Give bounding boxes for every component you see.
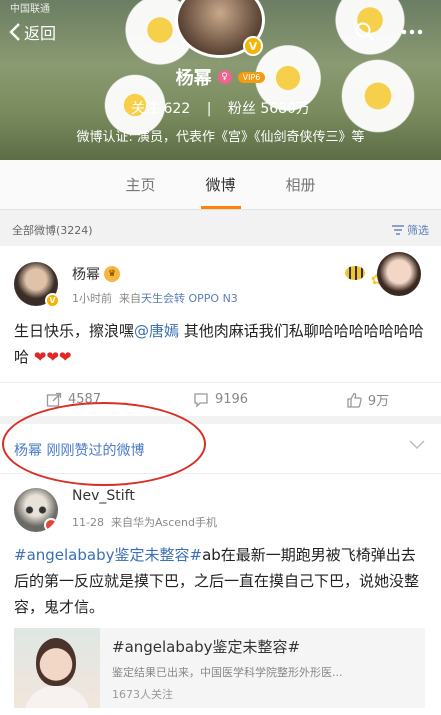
all-posts-label[interactable]: 全部微博(3224) xyxy=(12,222,93,238)
like-button[interactable]: 9万 xyxy=(294,383,441,416)
avatar[interactable] xyxy=(14,488,58,532)
verification-text: 微博认证: 演员，代表作《宫》《仙剑奇侠传三》等 xyxy=(76,130,365,145)
crown-icon: ♛ xyxy=(104,266,120,282)
topic-card-title: #angelababy鉴定未整容# xyxy=(112,638,301,656)
more-icon[interactable] xyxy=(401,22,423,42)
topic-card[interactable]: #angelababy鉴定未整容# 鉴定结果已出来，中国医学科学院整形外形医..… xyxy=(14,628,425,708)
bee-icon xyxy=(345,266,365,280)
filter-bar: 全部微博(3224) 筛选 xyxy=(0,216,441,244)
heart-icon: ❤❤❤ xyxy=(33,348,72,366)
tab-weibo[interactable]: 微博 xyxy=(181,160,261,209)
profile-stats: 关注 622 | 粉丝 5680万 xyxy=(131,101,310,117)
post-text: #angelababy鉴定未整容#ab在最新一期跑男被飞椅弹出去后的第一反应就是… xyxy=(14,546,420,616)
comment-icon xyxy=(194,392,208,408)
female-icon: ♀ xyxy=(217,70,232,84)
post-author[interactable]: 杨幂 xyxy=(72,264,100,284)
topic-thumbnail xyxy=(14,628,100,708)
post-text: 生日快乐，擦浪嘿@唐嫣 其他肉麻话我们私聊哈哈哈哈哈哈哈哈 ❤❤❤ xyxy=(14,322,424,366)
chevron-left-icon xyxy=(9,23,20,41)
filter-icon xyxy=(392,225,404,235)
post-meta: 1小时前 来自天生会转 OPPO N3 xyxy=(72,292,238,305)
topic-link[interactable]: #angelababy鉴定未整容# xyxy=(14,546,202,564)
search-icon[interactable] xyxy=(355,22,375,42)
mention-link[interactable]: @唐嫣 xyxy=(134,322,179,340)
post-actions: 4587 9196 9万 xyxy=(0,382,441,416)
filter-button[interactable]: 筛选 xyxy=(392,222,429,238)
back-button[interactable]: 返回 xyxy=(8,20,56,44)
back-label: 返回 xyxy=(24,24,57,43)
verified-badge: V xyxy=(243,36,263,56)
vip-badge[interactable]: VIP6 xyxy=(237,71,266,83)
post-card[interactable]: Nev_Stift 11-28 来自华为Ascend手机 #angelababy… xyxy=(0,474,441,715)
sticker-face xyxy=(377,252,421,296)
avatar[interactable]: V xyxy=(14,262,60,308)
follow-stat[interactable]: 关注 622 xyxy=(131,101,190,117)
profile-tabs: 主页 微博 相册 xyxy=(0,160,441,210)
liked-posts-header[interactable]: 杨幂 刚刚赞过的微博 xyxy=(0,424,441,474)
repost-icon xyxy=(46,392,62,407)
carrier-text: 中国联通 xyxy=(10,4,50,15)
post-meta: 11-28 来自华为Ascend手机 xyxy=(72,516,217,529)
tab-home[interactable]: 主页 xyxy=(101,160,181,209)
chevron-down-icon[interactable] xyxy=(409,440,425,450)
post-author[interactable]: Nev_Stift xyxy=(72,488,135,504)
liked-posts-title: 杨幂 刚刚赞过的微博 xyxy=(14,443,145,459)
post-source[interactable]: 天生会转 OPPO N3 xyxy=(141,292,238,305)
topic-card-description: 鉴定结果已出来，中国医学科学院整形外形医... xyxy=(112,666,343,679)
profile-name: 杨幂 xyxy=(175,68,212,89)
thumbs-up-icon xyxy=(347,392,362,408)
card-sticker: ✿ xyxy=(335,252,427,298)
profile-page: 中国联通 返回 V 杨幂 ♀ VIP6 关注 622 | 粉丝 5680万 微博… xyxy=(0,0,441,715)
topic-card-followers: 1673人关注 xyxy=(112,688,173,701)
tab-album[interactable]: 相册 xyxy=(261,160,341,209)
profile-header: 中国联通 返回 V 杨幂 ♀ VIP6 关注 622 | 粉丝 5680万 微博… xyxy=(0,0,441,160)
verified-badge: V xyxy=(45,293,60,308)
fans-stat[interactable]: 粉丝 5680万 xyxy=(228,101,310,117)
comment-button[interactable]: 9196 xyxy=(147,383,294,416)
repost-button[interactable]: 4587 xyxy=(0,383,147,416)
badge-icon xyxy=(44,518,58,532)
